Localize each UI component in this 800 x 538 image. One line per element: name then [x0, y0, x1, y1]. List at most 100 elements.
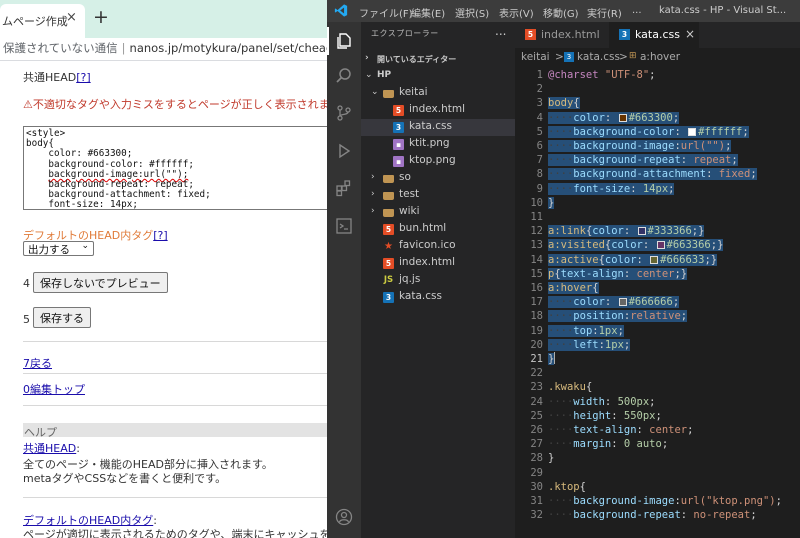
- help-head-link[interactable]: 共通HEAD: [23, 442, 76, 455]
- address-bar[interactable]: 保護されていない通信 | nanos.jp/motykura/panel/set/c…: [0, 38, 327, 60]
- tree-item-ktop-png[interactable]: ▪ ktop.png: [361, 153, 515, 170]
- tab-kata-css[interactable]: 3 kata.css ×: [609, 22, 699, 48]
- css-file-icon: 3: [619, 29, 630, 40]
- line-number: 26: [530, 424, 543, 436]
- code-token: ····background-repeat: repeat;: [548, 154, 738, 167]
- tree-item-wiki[interactable]: › wiki: [361, 204, 515, 221]
- code-line: ····background-image:url("ktop.png");: [548, 494, 782, 508]
- code-token: :: [604, 111, 618, 124]
- close-icon[interactable]: ×: [66, 10, 77, 25]
- back-prefix[interactable]: 7: [23, 357, 30, 370]
- breadcrumb-symbol[interactable]: a:hover: [640, 51, 680, 63]
- edit-top-prefix[interactable]: 0: [23, 383, 30, 396]
- head-help-link[interactable]: [?]: [76, 71, 90, 84]
- tree-item-so[interactable]: › so: [361, 170, 515, 187]
- run-debug-icon[interactable]: [335, 142, 353, 160]
- tree-item-keitai[interactable]: ⌄ keitai: [361, 85, 515, 102]
- account-icon[interactable]: [335, 508, 353, 526]
- code-token: #663300: [628, 111, 673, 124]
- menu-view[interactable]: 表示(V): [499, 5, 534, 20]
- color-swatch[interactable]: [618, 298, 627, 307]
- code-token: ····: [548, 438, 574, 451]
- code-token: ;: [680, 310, 688, 323]
- line-number: 27: [530, 438, 543, 451]
- tree-item-jq-js[interactable]: JS jq.js: [361, 272, 515, 289]
- new-tab-button[interactable]: +: [93, 6, 109, 28]
- css-file-icon: 3: [564, 52, 574, 62]
- tree-item-test[interactable]: › test: [361, 187, 515, 204]
- output-select[interactable]: 出力する ⌄: [23, 241, 94, 256]
- tree-item-label: jq.js: [399, 273, 421, 285]
- color-swatch[interactable]: [637, 227, 646, 236]
- extensions-icon[interactable]: [335, 179, 353, 197]
- line-number: 17: [530, 296, 543, 309]
- divider: [23, 497, 327, 498]
- remote-explorer-icon[interactable]: [335, 217, 353, 235]
- color-swatch[interactable]: [688, 127, 697, 136]
- code-token: ;: [775, 495, 782, 507]
- code-token: ····background-attachment: fixed;: [548, 168, 757, 181]
- code-token: :: [604, 296, 618, 309]
- code-token: ····: [548, 409, 574, 422]
- breadcrumb-file[interactable]: kata.css: [577, 51, 620, 63]
- code-line: a:visited{color: #663366;}: [548, 238, 724, 252]
- preview-button[interactable]: 保存しないでプレビュー: [33, 272, 168, 293]
- output-select-value: 出力する: [28, 244, 70, 256]
- edit-top-link[interactable]: 編集トップ: [30, 383, 85, 396]
- code-token: :: [636, 253, 650, 266]
- back-link[interactable]: 戻る: [30, 357, 52, 370]
- menu-more[interactable]: ...: [632, 5, 642, 16]
- tree-item-HP[interactable]: ⌄ HP: [361, 68, 515, 85]
- tree-item-ktit-png[interactable]: ▪ ktit.png: [361, 136, 515, 153]
- color-swatch[interactable]: [618, 113, 627, 122]
- code-token: text-align: [573, 424, 637, 436]
- code-line: }: [548, 352, 556, 366]
- active-indicator: [327, 27, 329, 55]
- open-editors-section[interactable]: › 開いているエディター: [361, 51, 515, 68]
- source-control-icon[interactable]: [335, 104, 353, 122]
- tree-item-index-html[interactable]: 5 index.html: [361, 255, 515, 272]
- menu-go[interactable]: 移動(G): [543, 5, 579, 20]
- head-code-textarea[interactable]: <style> body{ color: #663300; background-…: [23, 126, 327, 210]
- color-swatch[interactable]: [656, 241, 665, 250]
- menu-selection[interactable]: 選択(S): [455, 5, 489, 20]
- color-swatch[interactable]: [650, 255, 659, 264]
- default-head-help-link[interactable]: [?]: [153, 229, 167, 242]
- tree-item-favicon-ico[interactable]: ★ favicon.ico: [361, 238, 515, 255]
- code-token: ;: [617, 324, 624, 337]
- breadcrumb-folder[interactable]: keitai: [521, 51, 550, 63]
- tree-item-bun-html[interactable]: 5 bun.html: [361, 221, 515, 238]
- help-heading: ヘルプ: [24, 426, 57, 439]
- tree-item-label: index.html: [409, 103, 465, 115]
- tree-item-kata-css[interactable]: 3 kata.css: [361, 119, 515, 136]
- code-token: top: [573, 324, 593, 337]
- code-token: a:hover: [548, 282, 593, 294]
- menu-edit[interactable]: 編集(E): [411, 5, 445, 20]
- browser-tab[interactable]: ムページ作成 ×: [0, 4, 85, 38]
- search-icon[interactable]: [335, 67, 353, 85]
- code-token: @charset: [548, 69, 599, 81]
- chevron-down-icon: ⌄: [371, 87, 379, 97]
- code-token: text-align: [560, 267, 624, 280]
- code-token: }: [717, 239, 724, 252]
- tree-item-kata-css[interactable]: 3 kata.css: [361, 289, 515, 306]
- text-cursor: [554, 352, 556, 364]
- tab-index-html[interactable]: 5 index.html: [515, 22, 609, 48]
- more-actions-icon[interactable]: ...: [495, 24, 506, 38]
- menu-file[interactable]: ファイル(F): [359, 5, 413, 20]
- menu-run[interactable]: 実行(R): [587, 5, 622, 20]
- address-url[interactable]: nanos.jp/motykura/panel/set/chead: [130, 41, 327, 55]
- explorer-sidebar: エクスプローラー ... › 開いているエディター ⌄ HP ⌄ keitai 5 ind…: [361, 22, 515, 538]
- code-line: a:active{color: #666633;}: [548, 253, 718, 267]
- tree-item-index-html[interactable]: 5 index.html: [361, 102, 515, 119]
- line-number: 11: [530, 211, 543, 223]
- save-button[interactable]: 保存する: [33, 307, 91, 328]
- explorer-icon[interactable]: [335, 32, 353, 50]
- tree-item-label: keitai: [399, 86, 428, 98]
- code-line: .ktop{: [548, 480, 586, 494]
- tab-label: kata.css: [635, 28, 680, 41]
- close-icon[interactable]: ×: [685, 27, 695, 41]
- code-token: 1px: [598, 324, 618, 337]
- line-number: 32: [530, 509, 543, 522]
- folder-open-icon: [383, 90, 394, 98]
